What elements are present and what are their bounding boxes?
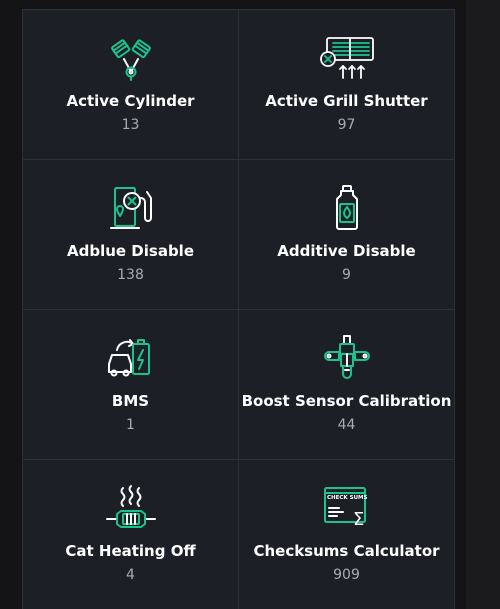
feature-card-checksums-calculator[interactable]: CHECK SUMS Σ Checksums Calculator 909 <box>238 459 455 609</box>
sigma-glyph: Σ <box>353 509 364 530</box>
adblue-pump-icon <box>103 184 159 232</box>
feature-card-additive-disable[interactable]: Additive Disable 9 <box>238 159 455 310</box>
additive-bottle-icon <box>319 184 375 232</box>
feature-label: Active Grill Shutter <box>265 92 428 110</box>
feature-count: 44 <box>337 417 356 433</box>
feature-label: Active Cylinder <box>66 92 195 110</box>
page: Active Cylinder 13 Active Grill Shutter … <box>0 0 500 609</box>
feature-count: 9 <box>342 267 351 283</box>
feature-count: 13 <box>121 117 140 133</box>
feature-card-adblue-disable[interactable]: Adblue Disable 138 <box>22 159 239 310</box>
engine-pistons-icon <box>103 34 159 82</box>
feature-card-cat-heating-off[interactable]: Cat Heating Off 4 <box>22 459 239 609</box>
feature-card-active-cylinder[interactable]: Active Cylinder 13 <box>22 9 239 160</box>
feature-label: Checksums Calculator <box>253 542 440 560</box>
feature-count: 97 <box>337 117 356 133</box>
feature-count: 138 <box>117 267 144 283</box>
scrollbar-track[interactable] <box>466 0 500 609</box>
feature-count: 4 <box>126 567 135 583</box>
catalyst-heating-icon <box>103 484 159 532</box>
feature-label: Cat Heating Off <box>65 542 196 560</box>
boost-sensor-icon <box>319 334 375 382</box>
feature-label: Adblue Disable <box>67 242 194 260</box>
feature-card-active-grill-shutter[interactable]: Active Grill Shutter 97 <box>238 9 455 160</box>
grill-shutter-icon <box>319 34 375 82</box>
feature-card-bms[interactable]: BMS 1 <box>22 309 239 460</box>
feature-count: 1 <box>126 417 135 433</box>
feature-label: BMS <box>111 392 150 410</box>
checksum-calculator-icon: CHECK SUMS Σ <box>319 484 375 532</box>
feature-label: Boost Sensor Calibration <box>241 392 452 410</box>
feature-label: Additive Disable <box>277 242 416 260</box>
checksum-icon-text: CHECK SUMS <box>327 495 368 501</box>
battery-management-icon <box>103 334 159 382</box>
feature-card-boost-sensor-calibration[interactable]: Boost Sensor Calibration 44 <box>238 309 455 460</box>
feature-count: 909 <box>333 567 360 583</box>
feature-grid: Active Cylinder 13 Active Grill Shutter … <box>22 9 455 609</box>
